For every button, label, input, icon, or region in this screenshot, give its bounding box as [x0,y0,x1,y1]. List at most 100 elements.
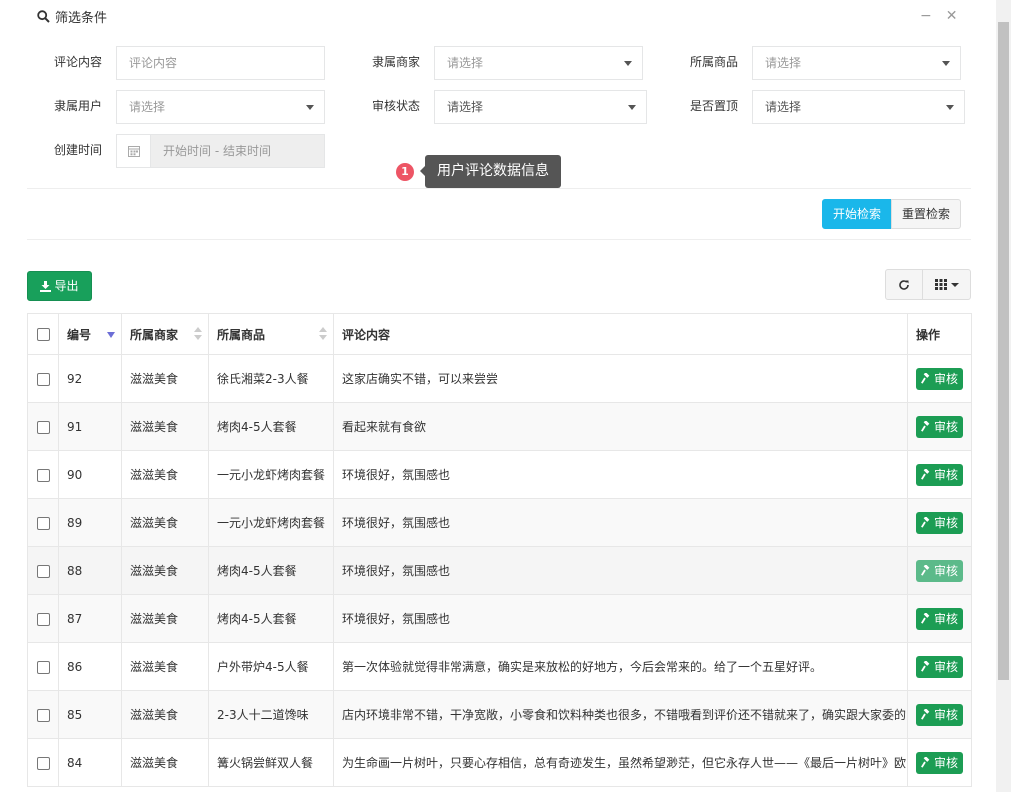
scrollbar-thumb[interactable] [998,22,1009,680]
divider [27,239,971,240]
cell-content: 环境很好，氛围感也 [333,498,908,547]
audit-button[interactable]: 审核 [915,607,963,630]
scrollbar[interactable] [996,0,1011,792]
audit-label: 审核 [933,372,958,386]
row-select-cell [27,402,59,451]
comment-label: 评论内容 [54,55,103,69]
cell-id: 91 [58,402,122,451]
date-range-input[interactable]: 开始时间 - 结束时间 [116,134,325,168]
cell-id: 89 [58,498,122,547]
cell-id: 86 [58,642,122,691]
user-label: 隶属用户 [54,99,103,113]
cell-product: 徐氏湘菜2-3人餐 [208,354,334,403]
comments-table: 编号 所属商家 所属商品 评论内容 操作 92 滋滋美食 徐氏湘菜2-3人餐 这家店确… [27,313,972,787]
audit-button[interactable]: 审核 [915,511,963,534]
header-product[interactable]: 所属商品 [208,313,334,355]
sort-desc-icon [107,332,115,338]
close-icon[interactable]: ✕ [946,8,958,24]
sort-icon [319,327,327,341]
chevron-down-icon [628,105,636,110]
header-action: 操作 [907,313,972,355]
cell-action: 审核 [907,546,972,595]
header-action-label: 操作 [916,327,941,342]
cell-action: 审核 [907,354,972,403]
cell-id: 88 [58,546,122,595]
header-id[interactable]: 编号 [58,313,122,355]
row-checkbox[interactable] [36,372,50,386]
table-row[interactable]: 88 滋滋美食 烤肉4-5人套餐 环境很好，氛围感也 审核 [27,546,972,595]
table-row[interactable]: 86 滋滋美食 户外带炉4-5人餐 第一次体验就觉得非常满意，确实是来放松的好地方，今… [27,642,972,691]
cell-product: 烤肉4-5人套餐 [208,402,334,451]
merchant-select[interactable]: 请选择 [434,46,643,80]
gavel-icon [921,709,930,720]
cell-content: 这家店确实不错，可以来尝尝 [333,354,908,403]
row-select-cell [27,498,59,547]
row-checkbox[interactable] [36,564,50,578]
cell-action: 审核 [907,594,972,643]
audit-button[interactable]: 审核 [915,463,963,486]
table-row[interactable]: 91 滋滋美食 烤肉4-5人套餐 看起来就有食欲 审核 [27,402,972,451]
audit-label: 审核 [933,564,958,578]
sort-icon [194,327,202,341]
user-select[interactable]: 请选择 [116,90,325,124]
cell-product: 篝火锅尝鲜双人餐 [208,738,334,787]
minus-icon[interactable]: − [920,8,932,24]
header-merchant[interactable]: 所属商家 [121,313,209,355]
gavel-icon [921,469,930,480]
reset-button[interactable]: 重置检索 [891,199,961,229]
chevron-down-icon [306,105,314,110]
audit-button[interactable]: 审核 [915,367,963,390]
row-checkbox[interactable] [36,468,50,482]
row-checkbox[interactable] [36,516,50,530]
refresh-icon [899,279,909,290]
chevron-down-icon [624,61,632,66]
cell-action: 审核 [907,402,972,451]
export-label: 导出 [54,279,79,293]
cell-id: 84 [58,738,122,787]
row-checkbox[interactable] [36,612,50,626]
cell-merchant: 滋滋美食 [121,594,209,643]
gavel-icon [921,517,930,528]
status-select[interactable]: 请选择 [434,90,647,124]
table-row[interactable]: 92 滋滋美食 徐氏湘菜2-3人餐 这家店确实不错，可以来尝尝 审核 [27,354,972,403]
row-checkbox[interactable] [36,756,50,770]
comment-input[interactable] [116,46,325,80]
table-header-row: 编号 所属商家 所属商品 评论内容 操作 [27,313,972,355]
table-row[interactable]: 89 滋滋美食 一元小龙虾烤肉套餐 环境很好，氛围感也 审核 [27,498,972,547]
header-merchant-label: 所属商家 [130,327,179,342]
page: 筛选条件 − ✕ 评论内容 隶属商家 请选择 所属商品 请选择 隶属用户 请选择… [0,0,996,792]
audit-button[interactable]: 审核 [915,655,963,678]
row-checkbox[interactable] [36,420,50,434]
pinned-select[interactable]: 请选择 [752,90,965,124]
row-checkbox[interactable] [36,708,50,722]
cell-merchant: 滋滋美食 [121,354,209,403]
audit-button[interactable]: 审核 [915,559,963,582]
cell-product: 烤肉4-5人套餐 [208,546,334,595]
refresh-button[interactable] [885,269,923,300]
columns-toggle-button[interactable] [922,269,971,300]
audit-button[interactable]: 审核 [915,415,963,438]
cell-content: 看起来就有食欲 [333,402,908,451]
table-row[interactable]: 90 滋滋美食 一元小龙虾烤肉套餐 环境很好，氛围感也 审核 [27,450,972,499]
audit-label: 审核 [933,420,958,434]
select-all-cell [27,313,59,355]
cell-id: 87 [58,594,122,643]
tour-tooltip: 用户评论数据信息 [420,155,561,188]
audit-button[interactable]: 审核 [915,751,963,774]
cell-content: 店内环境非常不错，干净宽敞，小零食和饮料种类也很多，不错哦看到评价还不错就来了，… [333,690,908,739]
audit-button[interactable]: 审核 [915,703,963,726]
table-row[interactable]: 85 滋滋美食 2-3人十二道馋味 店内环境非常不错，干净宽敞，小零食和饮料种类也很多… [27,690,972,739]
export-button[interactable]: 导出 [27,271,92,301]
row-checkbox[interactable] [36,660,50,674]
cell-product: 一元小龙虾烤肉套餐 [208,498,334,547]
table-row[interactable]: 84 滋滋美食 篝火锅尝鲜双人餐 为生命画一片树叶，只要心存相信，总有奇迹发生，虽然希… [27,738,972,787]
cell-id: 90 [58,450,122,499]
row-select-cell [27,450,59,499]
date-range-placeholder: 开始时间 - 结束时间 [163,144,271,158]
product-select[interactable]: 请选择 [752,46,961,80]
cell-merchant: 滋滋美食 [121,498,209,547]
cell-id: 92 [58,354,122,403]
search-button[interactable]: 开始检索 [822,199,892,229]
select-all-checkbox[interactable] [36,328,50,341]
table-row[interactable]: 87 滋滋美食 烤肉4-5人套餐 环境很好，氛围感也 审核 [27,594,972,643]
